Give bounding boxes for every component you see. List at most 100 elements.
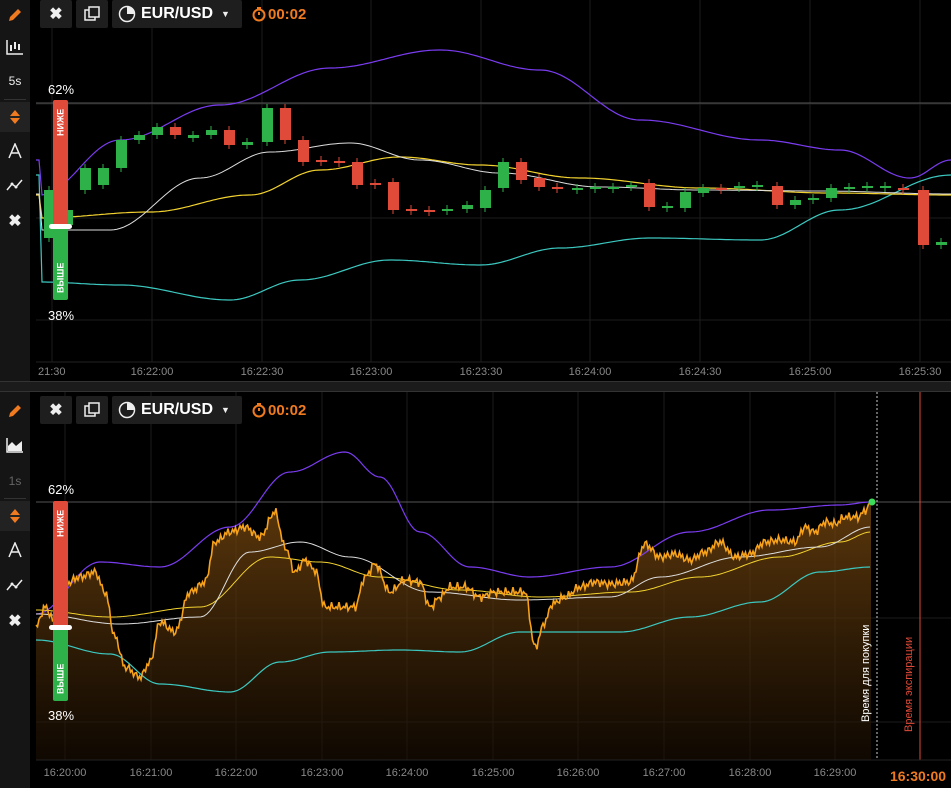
sentiment-indicator: НИЖЕ ВЫШЕ <box>49 501 72 701</box>
duplicate-chart-button[interactable] <box>76 396 108 424</box>
clock-icon <box>118 401 136 419</box>
x-tick-label: 16:24:30 <box>678 366 722 378</box>
candle <box>134 135 145 140</box>
x-tick-label: 16:24:00 <box>568 366 612 378</box>
divider <box>4 99 26 100</box>
x-tick-label: 16:23:00 <box>300 767 344 779</box>
candle <box>918 190 929 245</box>
asset-name: EUR/USD <box>141 401 214 418</box>
asset-name: EUR/USD <box>141 5 214 22</box>
x-tick-label: 16:23:30 <box>459 366 503 378</box>
panel-divider[interactable] <box>0 381 951 392</box>
top-sidebar: 5s ✖ <box>0 0 30 381</box>
candle <box>316 160 327 162</box>
x-tick-label: 16:22:30 <box>240 366 284 378</box>
lower-bar[interactable]: НИЖЕ <box>53 100 68 226</box>
interval-selector[interactable]: 5s <box>0 66 30 96</box>
candle <box>170 127 181 135</box>
up-down-icon[interactable] <box>0 102 30 132</box>
pencil-icon[interactable] <box>0 0 30 30</box>
candle <box>680 192 691 208</box>
expiration-time-label: Время экспирации <box>903 636 915 732</box>
lower-bar[interactable]: НИЖЕ <box>53 501 68 627</box>
candle <box>188 135 199 138</box>
draw-tool-icon[interactable] <box>0 136 30 166</box>
copy-icon <box>84 6 100 21</box>
interval-label: 1s <box>8 474 22 488</box>
candle <box>280 108 291 140</box>
close-icon[interactable]: ✖ <box>0 206 30 236</box>
candle <box>626 185 637 187</box>
x-tick-label: 16:22:00 <box>214 767 258 779</box>
candle <box>716 188 727 190</box>
x-tick-label: 21:30 <box>38 366 66 378</box>
area-chart-icon[interactable] <box>0 430 30 460</box>
clock-icon <box>118 5 136 23</box>
candle <box>298 140 309 162</box>
candlestick-chart-icon[interactable] <box>0 32 30 62</box>
interval-label: 5s <box>8 74 22 88</box>
higher-label: ВЫШЕ <box>55 262 66 294</box>
lower-label: НИЖЕ <box>55 108 66 136</box>
candle <box>608 187 619 189</box>
current-price-dot <box>868 498 876 506</box>
candle <box>752 185 763 187</box>
interval-selector[interactable]: 1s <box>0 466 30 496</box>
timer-value: 00:02 <box>268 401 307 419</box>
candle <box>698 188 709 193</box>
indicator-handle[interactable] <box>49 224 72 229</box>
pencil-icon[interactable] <box>0 396 30 426</box>
candle <box>242 142 253 145</box>
bottom-sidebar: 1s ✖ <box>0 392 30 788</box>
x-tick-label: 16:29:00 <box>813 767 857 779</box>
close-chart-button[interactable]: ✖ <box>40 0 72 28</box>
top-chart-panel: 5s ✖ ✖ EUR/USD ▼ 00:02 62% 38% НИЖЕ ВЫШЕ <box>0 0 951 381</box>
close-icon: ✖ <box>49 402 63 419</box>
close-icon: ✖ <box>49 6 63 23</box>
candle <box>480 190 491 208</box>
candle <box>844 187 855 189</box>
expiry-timer: 00:02 <box>252 0 306 28</box>
candle <box>590 187 601 189</box>
candle <box>424 210 435 212</box>
x-tick-label: 16:24:00 <box>385 767 429 779</box>
top-chart-canvas[interactable] <box>0 0 951 381</box>
sentiment-indicator: НИЖЕ ВЫШЕ <box>49 100 72 300</box>
candle <box>880 186 891 188</box>
price-area-fill <box>36 502 871 760</box>
candle <box>224 130 235 145</box>
lower-label: НИЖЕ <box>55 509 66 537</box>
draw-tool-icon[interactable] <box>0 535 30 565</box>
close-chart-button[interactable]: ✖ <box>40 396 72 424</box>
copy-icon <box>84 402 100 417</box>
close-icon[interactable]: ✖ <box>0 606 30 636</box>
candle <box>662 206 673 208</box>
candle <box>498 162 509 188</box>
up-down-icon[interactable] <box>0 501 30 531</box>
candle <box>442 209 453 211</box>
candle <box>734 186 745 188</box>
x-tick-label: 16:26:00 <box>556 767 600 779</box>
duplicate-chart-button[interactable] <box>76 0 108 28</box>
higher-bar[interactable]: ВЫШЕ <box>53 226 68 300</box>
bottom-chart-canvas[interactable] <box>0 392 951 788</box>
indicator-icon[interactable] <box>0 570 30 600</box>
stopwatch-icon <box>252 403 266 418</box>
higher-bar[interactable]: ВЫШЕ <box>53 627 68 701</box>
x-tick-label: 16:20:00 <box>43 767 87 779</box>
indicator-icon[interactable] <box>0 170 30 200</box>
asset-selector[interactable]: EUR/USD ▼ <box>112 396 242 424</box>
x-tick-label: 16:28:00 <box>728 767 772 779</box>
stopwatch-icon <box>252 7 266 22</box>
candle <box>898 188 909 190</box>
moving-average-line <box>36 156 951 219</box>
candle <box>826 188 837 198</box>
asset-selector[interactable]: EUR/USD ▼ <box>112 0 242 28</box>
candle <box>80 168 91 190</box>
candle <box>552 187 563 189</box>
candle <box>152 127 163 135</box>
bottom-chart-panel: 1s ✖ ✖ EUR/USD ▼ 00:02 62% 38% НИЖЕ ВЫШЕ <box>0 392 951 788</box>
candle <box>772 186 783 205</box>
indicator-handle[interactable] <box>49 625 72 630</box>
x-tick-label: 16:21:00 <box>129 767 173 779</box>
